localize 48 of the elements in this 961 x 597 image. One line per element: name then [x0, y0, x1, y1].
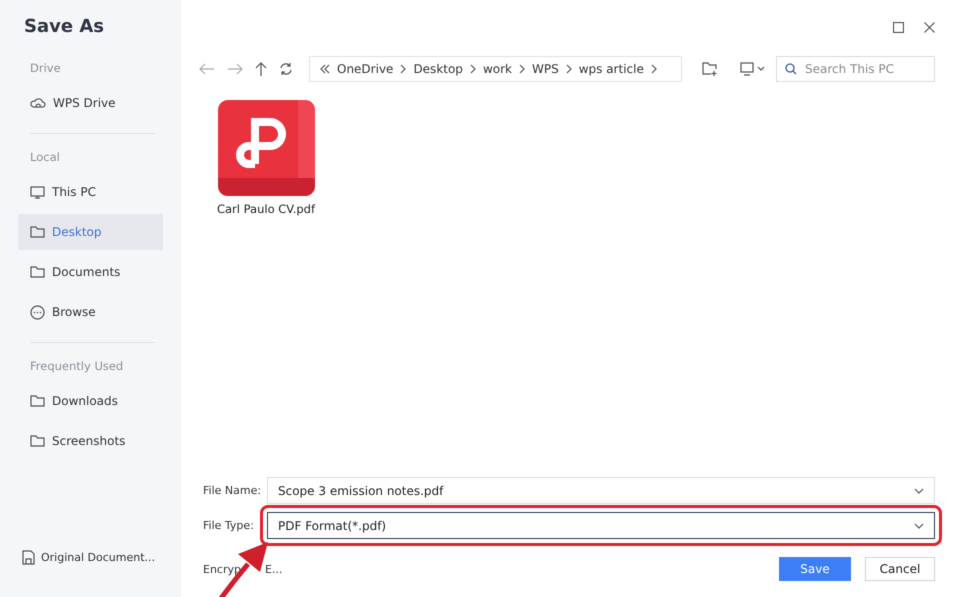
pdf-file-icon[interactable] [218, 100, 314, 196]
encryption-label: E... [264, 562, 282, 576]
chevron-right-icon [566, 64, 572, 74]
cloud-icon [30, 97, 46, 109]
double-chevron-icon [320, 64, 330, 74]
search-icon [785, 63, 797, 75]
sidebar-item[interactable]: Browse [18, 294, 163, 330]
field-label: File Name: [202, 484, 261, 497]
more-icon [30, 304, 45, 320]
maximize-icon[interactable] [893, 22, 904, 33]
sidebar-item[interactable]: Screenshots [18, 423, 163, 459]
section-label: Frequently Used [29, 358, 124, 375]
folder-icon [30, 435, 45, 447]
folder-icon [30, 226, 45, 238]
encryption-label: Encryp [203, 562, 241, 576]
file-type-dropdown[interactable]: PDF Format(*.pdf) [267, 512, 935, 539]
section-label: Local [29, 149, 61, 166]
up-button[interactable] [253, 62, 269, 76]
cancel-button[interactable]: Cancel [865, 557, 935, 581]
folder-icon [30, 266, 45, 278]
chevron-right-icon [650, 64, 657, 74]
chevron-down-icon [914, 522, 924, 528]
dialog-title: Save As [23, 16, 105, 37]
sidebar-item[interactable]: Downloads [18, 383, 163, 419]
sidebar-item[interactable]: Original Document... [18, 539, 163, 575]
sidebar-item[interactable]: WPS Drive [18, 85, 163, 121]
save-button[interactable]: Save [779, 557, 851, 581]
chevron-right-icon [470, 64, 476, 74]
close-icon[interactable] [924, 22, 935, 33]
field-label: File Type: [202, 519, 255, 532]
chevron-down-icon [914, 488, 924, 494]
file-name-field[interactable]: Scope 3 emission notes.pdf [267, 477, 935, 504]
file-name: Carl Paulo CV.pdf [216, 202, 315, 216]
section-label: Drive [29, 60, 62, 77]
breadcrumb-link[interactable]: wps article [578, 62, 644, 76]
sidebar-item[interactable]: Documents [18, 254, 163, 290]
search-field[interactable]: Search This PC [776, 56, 935, 82]
breadcrumb-link[interactable]: WPS [532, 62, 559, 76]
sidebar-item[interactable]: This PC [18, 174, 163, 210]
breadcrumb-link[interactable]: work [482, 62, 512, 76]
folder-icon [30, 395, 45, 407]
chevron-right-icon [518, 64, 525, 74]
monitor-icon [30, 186, 45, 198]
chevron-right-icon [400, 64, 406, 74]
breadcrumb-link[interactable]: OneDrive [337, 62, 394, 76]
document-icon [22, 550, 35, 564]
breadcrumb-link[interactable]: Desktop [413, 62, 463, 76]
sidebar-item[interactable]: Desktop [18, 214, 163, 250]
